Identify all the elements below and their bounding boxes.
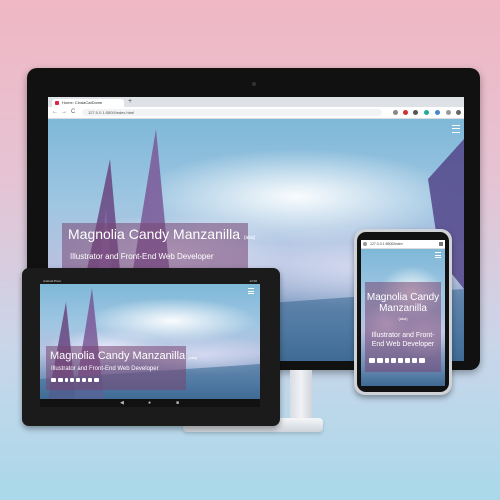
hamburger-menu-icon[interactable] [435,252,441,258]
youtube-icon[interactable] [369,358,375,363]
hamburger-menu-icon[interactable] [452,125,460,133]
tablet-hero-banner: Magnolia Candy Manzanilla (aka) Illustra… [46,346,197,390]
extension-icon[interactable] [403,110,408,115]
phone-hero-banner: Magnolia Candy Manzanilla (aka) Illustra… [365,282,441,372]
youtube-icon[interactable] [51,378,56,382]
hero-name: Magnolia Candy Manzanilla [50,350,186,362]
browser-tab-bar: Home: CindaCatDome + [48,97,464,107]
tumblr-icon[interactable] [65,378,68,382]
pinterest-icon[interactable] [412,358,417,363]
browser-tab[interactable]: Home: CindaCatDome [52,99,124,107]
hero-banner: Magnolia Candy Manzanilla (aka) Illustra… [62,223,255,269]
favicon-icon [55,101,59,105]
tablet-nav-bar: ◀ ● ■ [40,399,260,407]
tablet-hero-artwork: Magnolia Candy Manzanilla (aka) Illustra… [40,284,260,399]
phone-url-field[interactable]: 127.0.0.1:5500/index [370,241,403,247]
star-icon[interactable] [393,110,398,115]
facebook-icon[interactable] [76,378,80,382]
status-left: Android Pixel [43,279,61,283]
back-nav-icon[interactable]: ◀ [120,399,124,407]
phone-hero-artwork: Magnolia Candy Manzanilla (aka) Illustra… [361,249,445,386]
address-bar: ← → C 127.0.0.1:5500/index.html [48,107,464,119]
email-icon[interactable] [94,378,99,382]
social-links [369,358,425,363]
hero-name: Magnolia Candy Manzanilla [68,226,240,242]
extension-icon[interactable] [424,110,429,115]
hamburger-menu-icon[interactable] [248,288,254,294]
tablet-screen: Android Pixel 12:00 Magnolia Candy Manza… [40,279,260,407]
extension-icon[interactable] [413,110,418,115]
menu-icon[interactable] [456,110,461,115]
hero-role: Illustrator and Front-End Web Developer [51,366,159,372]
phone-address-bar: 127.0.0.1:5500/index [361,240,445,249]
recents-nav-icon[interactable]: ■ [176,399,179,407]
back-button[interactable]: ← [52,108,58,117]
pinterest-icon[interactable] [88,378,92,382]
url-field[interactable]: 127.0.0.1:5500/index.html [82,109,382,116]
profile-icon[interactable] [446,110,451,115]
hero-aka: (aka) [243,235,256,241]
email-icon[interactable] [419,358,425,363]
hero-role: Illustrator and Front-End Web Developer [371,332,435,348]
new-tab-button[interactable]: + [128,98,132,106]
instagram-icon[interactable] [70,378,74,382]
tab-title: Home: CindaCatDome [62,100,103,105]
hero-aka: (aka) [188,355,198,360]
social-links [51,378,99,382]
instagram-icon[interactable] [391,358,396,363]
reload-button[interactable]: C [71,108,75,117]
home-icon[interactable] [363,242,367,246]
tumblr-icon[interactable] [385,358,389,363]
menu-icon[interactable] [439,242,443,246]
hero-aka: (aka) [398,316,408,321]
camera-dot [252,82,256,86]
home-nav-icon[interactable]: ● [148,399,151,407]
twitter-icon[interactable] [377,358,383,363]
forward-button[interactable]: → [61,108,67,117]
hero-name: Magnolia Candy Manzanilla [366,292,440,314]
hero-role: Illustrator and Front-End Web Developer [70,252,214,261]
deviantart-icon[interactable] [82,378,86,382]
twitter-icon[interactable] [58,378,63,382]
phone-screen: 127.0.0.1:5500/index Magnolia Candy Manz… [361,240,445,386]
deviantart-icon[interactable] [405,358,410,363]
monitor-stand [290,370,312,422]
extension-icon[interactable] [435,110,440,115]
facebook-icon[interactable] [398,358,403,363]
